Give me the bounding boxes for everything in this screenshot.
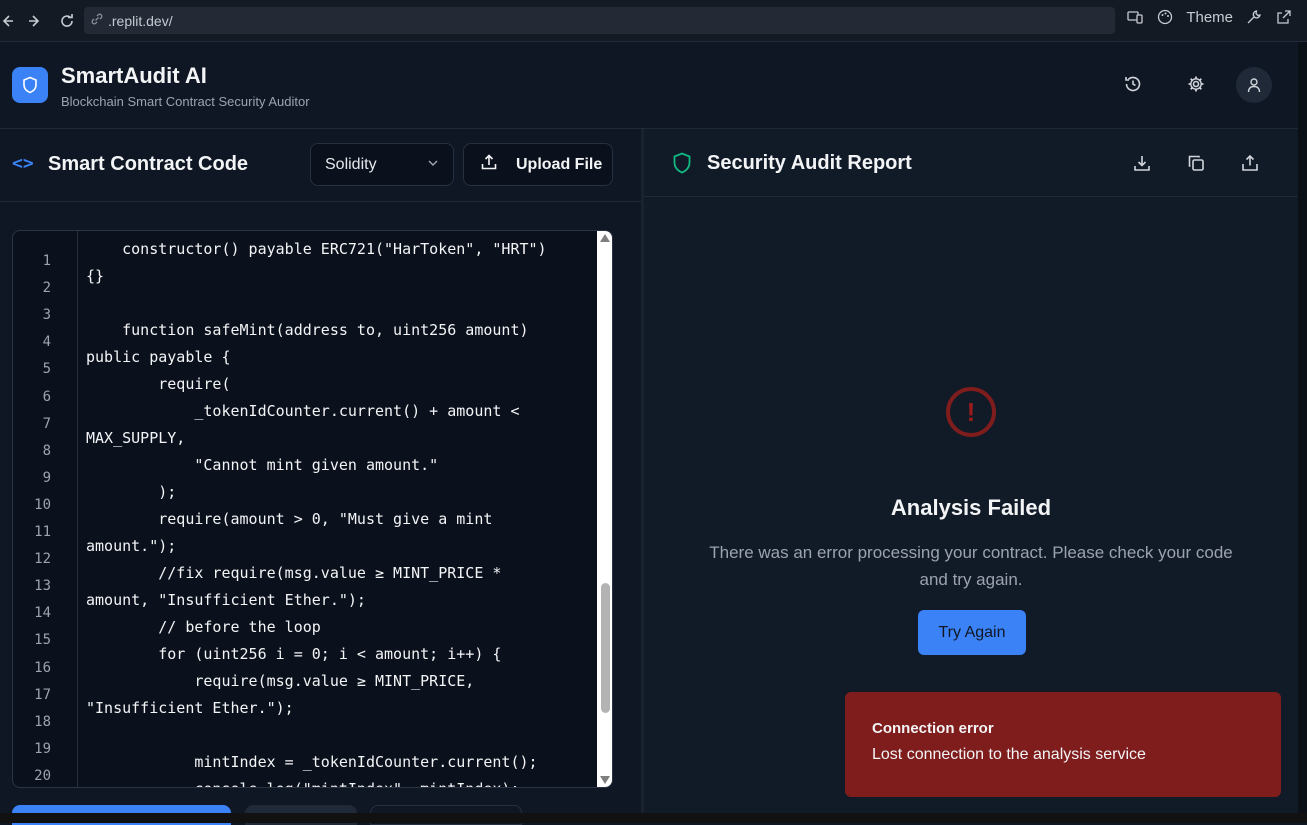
reload-icon[interactable]: [52, 6, 82, 36]
scroll-up-arrow-icon[interactable]: [600, 234, 610, 242]
line-number: 13: [34, 578, 51, 595]
code-text-area[interactable]: constructor() payable ERC721("HarToken",…: [86, 231, 596, 787]
upload-icon: [480, 153, 498, 176]
wrench-icon[interactable]: [1245, 8, 1263, 26]
report-panel-title: Security Audit Report: [707, 152, 912, 174]
toast-title: Connection error: [872, 720, 994, 737]
code-line: amount, "Insufficient Ether.");: [86, 591, 366, 609]
app-subtitle: Blockchain Smart Contract Security Audit…: [61, 94, 310, 109]
code-line: mintIndex = _tokenIdCounter.current();: [86, 753, 538, 771]
code-line: require(msg.value ≥ MINT_PRICE,: [86, 672, 475, 690]
line-number: 12: [34, 551, 51, 568]
code-line: {}: [86, 267, 105, 285]
line-number: 3: [42, 307, 51, 324]
palette-icon[interactable]: [1156, 8, 1174, 26]
analysis-status-title: Analysis Failed: [890, 495, 1052, 520]
code-line: "Cannot mint given amount.": [86, 456, 439, 474]
editor-scrollbar[interactable]: [597, 231, 612, 787]
shield-icon: [672, 152, 692, 179]
window-edge: [1298, 42, 1307, 823]
code-line: function safeMint(address to, uint256 am…: [86, 321, 529, 339]
error-alert-icon: !: [946, 387, 996, 437]
line-number: 10: [34, 496, 51, 513]
line-number: 5: [42, 361, 51, 378]
code-line: MAX_SUPPLY,: [86, 429, 186, 447]
error-toast[interactable]: Connection error Lost connection to the …: [845, 692, 1281, 797]
url-bar[interactable]: .replit.dev/: [84, 7, 1115, 34]
line-number: 17: [34, 686, 51, 703]
code-editor[interactable]: 1 2 3 4 5 6 7 8 9 10 11 12 13 14 15 16 17 18 19 20 construc…: [12, 230, 613, 788]
line-number: 16: [34, 659, 51, 676]
code-panel-header: <> Smart Contract Code Solidity Upload F…: [0, 129, 641, 202]
line-number: 14: [34, 605, 51, 622]
code-line: require(: [86, 375, 231, 393]
code-line: public payable {: [86, 348, 231, 366]
browser-toolbar: .replit.dev/ Theme: [0, 0, 1307, 42]
code-line: );: [86, 483, 177, 501]
line-number: 2: [42, 280, 51, 297]
line-number: 8: [42, 442, 51, 459]
share-icon[interactable]: [1240, 153, 1260, 173]
code-line: // before the loop: [86, 618, 321, 636]
code-panel-title: Smart Contract Code: [48, 153, 249, 175]
line-number: 6: [42, 388, 51, 405]
upload-file-label: Upload File: [516, 155, 603, 173]
line-number: 4: [42, 334, 51, 351]
app-title: SmartAudit AI: [61, 63, 207, 88]
line-number: 20: [34, 767, 51, 784]
code-line: require(amount > 0, "Must give a mint: [86, 510, 493, 528]
browser-actions: Theme: [1126, 8, 1293, 26]
user-avatar[interactable]: [1236, 67, 1272, 103]
code-panel: <> Smart Contract Code Solidity Upload F…: [0, 129, 641, 825]
language-select[interactable]: Solidity: [310, 143, 454, 186]
line-number: 9: [42, 469, 51, 486]
code-line: "Insufficient Ether.");: [86, 699, 294, 717]
line-number-gutter: 1 2 3 4 5 6 7 8 9 10 11 12 13 14 15 16 17 18 19 20: [13, 231, 78, 787]
app-header: SmartAudit AI Blockchain Smart Contract …: [0, 42, 1307, 129]
code-brackets-icon: <>: [12, 153, 34, 174]
report-panel-header: Security Audit Report: [644, 129, 1298, 197]
forward-icon[interactable]: [20, 6, 50, 36]
analysis-status-message: There was an error processing your contr…: [709, 543, 1233, 589]
code-line: //fix require(msg.value ≥ MINT_PRICE *: [86, 564, 502, 582]
language-selected: Solidity: [325, 155, 377, 173]
line-number: 15: [34, 632, 51, 649]
settings-gear-icon[interactable]: [1184, 72, 1208, 96]
theme-label[interactable]: Theme: [1186, 9, 1233, 26]
line-number: 1: [42, 253, 51, 269]
scrollbar-thumb[interactable]: [601, 583, 610, 713]
shield-logo-icon: [12, 67, 48, 103]
code-line: for (uint256 i = 0; i < amount; i++) {: [86, 645, 502, 663]
copy-icon[interactable]: [1186, 153, 1206, 173]
line-number: 11: [34, 524, 51, 540]
toast-message: Lost connection to the analysis service: [872, 746, 1146, 763]
url-text: .replit.dev/: [108, 12, 173, 29]
window-bottom-edge: [0, 813, 1307, 823]
link-icon: [90, 12, 104, 29]
try-again-button[interactable]: Try Again: [918, 610, 1026, 655]
line-number: 18: [34, 713, 51, 730]
scroll-down-arrow-icon[interactable]: [600, 776, 610, 784]
code-line: constructor() payable ERC721("HarToken",…: [86, 240, 547, 258]
back-icon[interactable]: [0, 6, 22, 36]
user-icon: [1247, 78, 1261, 93]
download-icon[interactable]: [1132, 153, 1152, 173]
line-number: 19: [34, 740, 51, 757]
chevron-down-icon: [427, 156, 439, 174]
line-number: 7: [42, 415, 51, 432]
devices-icon[interactable]: [1126, 8, 1144, 26]
code-line: console.log("mintIndex", mintIndex);: [86, 780, 519, 787]
history-icon[interactable]: [1121, 72, 1145, 96]
external-link-icon[interactable]: [1275, 8, 1293, 26]
code-line: amount.");: [86, 537, 177, 555]
code-line: _tokenIdCounter.current() + amount <: [86, 402, 520, 420]
upload-file-button[interactable]: Upload File: [463, 143, 613, 186]
